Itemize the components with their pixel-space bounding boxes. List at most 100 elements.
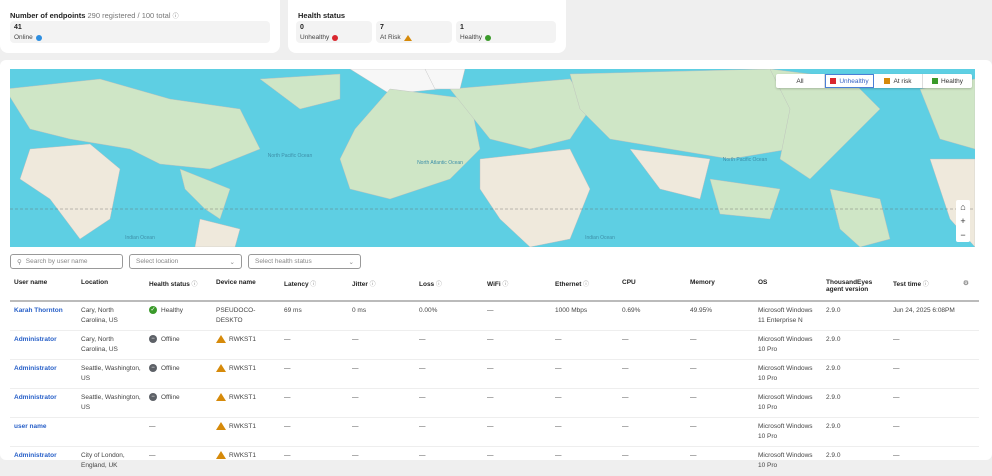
cell-version: 2.9.0 xyxy=(822,446,889,476)
cell-wifi: — xyxy=(483,446,551,476)
cell-latency: — xyxy=(280,446,348,476)
cell-version: 2.9.0 xyxy=(822,417,889,447)
column-header[interactable]: Test time ⓘ xyxy=(889,275,959,302)
chevron-down-icon: ⌄ xyxy=(229,258,235,266)
column-header[interactable]: Loss ⓘ xyxy=(415,275,483,302)
info-icon[interactable]: ⓘ xyxy=(309,282,316,288)
column-header[interactable]: WiFi ⓘ xyxy=(483,275,551,302)
offline-icon: − xyxy=(149,335,157,344)
endpoints-title: Number of endpoints 290 registered / 100… xyxy=(10,11,179,20)
atrisk-swatch xyxy=(884,78,891,84)
cell-cpu: — xyxy=(618,388,686,418)
info-icon[interactable]: ⓘ xyxy=(501,282,508,288)
table-row[interactable]: Administrator City of London, England, UK… xyxy=(10,446,979,476)
cell-empty xyxy=(959,388,979,418)
table-row[interactable]: Administrator Seattle, Washington, US − Off… xyxy=(10,388,979,418)
online-count: 41 xyxy=(14,24,22,31)
ocean-label: Indian Ocean xyxy=(585,235,615,241)
warning-icon xyxy=(216,422,226,431)
cell-health: — xyxy=(145,446,212,476)
column-header[interactable]: Location xyxy=(77,275,145,302)
column-header[interactable]: Ethernet ⓘ xyxy=(551,275,618,302)
offline-icon: − xyxy=(149,364,157,373)
legend-unhealthy-button[interactable]: Unhealthy xyxy=(825,74,874,88)
column-header-label: ThousandEyes agent version xyxy=(826,279,873,293)
world-map[interactable]: North Pacific Ocean North Atlantic Ocean… xyxy=(10,69,975,247)
cell-user[interactable]: Administrator xyxy=(10,446,77,476)
cell-user[interactable]: Karah Thornton xyxy=(10,301,77,331)
map-legend-filter: All Unhealthy At risk Healthy xyxy=(776,74,972,88)
column-header-label: WiFi xyxy=(487,281,501,288)
cell-loss: 0.00% xyxy=(415,301,483,331)
legend-healthy-button[interactable]: Healthy xyxy=(923,74,972,88)
cell-time: — xyxy=(889,330,959,360)
cell-jitter: — xyxy=(348,330,415,360)
cell-health: − Offline xyxy=(145,388,212,418)
column-header[interactable]: CPU xyxy=(618,275,686,302)
legend-atrisk-button[interactable]: At risk xyxy=(874,74,923,88)
table-row[interactable]: user name — RWKST1— — — — — — — Microsoft Windows… xyxy=(10,417,979,447)
column-header[interactable]: OS xyxy=(754,275,822,302)
healthy-count: 1 xyxy=(460,24,464,31)
cell-wifi: — xyxy=(483,301,551,331)
cell-version: 2.9.0 xyxy=(822,330,889,360)
info-icon[interactable]: ⓘ xyxy=(190,282,197,288)
info-icon[interactable]: ⓘ xyxy=(368,282,376,288)
column-header[interactable]: User name xyxy=(10,275,77,302)
warning-icon xyxy=(216,364,226,373)
column-header[interactable]: Device name xyxy=(212,275,280,302)
column-settings-gear-icon[interactable]: ⚙ xyxy=(959,275,979,302)
unhealthy-swatch xyxy=(830,78,837,84)
healthy-icon xyxy=(485,34,492,41)
cell-memory: — xyxy=(686,388,754,418)
cell-user[interactable]: Administrator xyxy=(10,359,77,389)
cell-ethernet: — xyxy=(551,330,618,360)
cell-time: — xyxy=(889,417,959,447)
table-row[interactable]: Administrator Seattle, Washington, US − Off… xyxy=(10,359,979,389)
cell-user[interactable]: Administrator xyxy=(10,388,77,418)
cell-empty xyxy=(959,417,979,447)
column-header[interactable]: Health status ⓘ xyxy=(145,275,212,302)
cell-os: Microsoft Windows 10 Pro xyxy=(754,359,822,389)
healthy-label: Healthy xyxy=(460,34,483,41)
healthy-check-icon: ✓ xyxy=(149,306,157,315)
cell-version: 2.9.0 xyxy=(822,301,889,331)
cell-jitter: — xyxy=(348,417,415,447)
table-row[interactable]: Karah Thornton Cary, North Carolina, US ✓ H… xyxy=(10,301,979,331)
zoom-in-button[interactable]: + xyxy=(960,216,965,226)
atrisk-stat[interactable]: 7 At Risk xyxy=(376,21,452,43)
info-icon[interactable]: ⓘ xyxy=(173,14,179,20)
column-header[interactable]: Jitter ⓘ xyxy=(348,275,415,302)
column-header-label: Jitter xyxy=(352,281,368,288)
cell-device: RWKST1 xyxy=(212,359,280,389)
cell-user[interactable]: user name xyxy=(10,417,77,447)
zoom-out-button[interactable]: − xyxy=(960,230,965,240)
cell-location: Cary, North Carolina, US xyxy=(77,330,145,360)
unhealthy-count: 0 xyxy=(300,24,304,31)
cell-device: RWKST1 xyxy=(212,446,280,476)
info-icon[interactable]: ⓘ xyxy=(921,282,929,288)
cell-latency: — xyxy=(280,388,348,418)
healthy-stat[interactable]: 1 Healthy xyxy=(456,21,556,43)
cell-wifi: — xyxy=(483,417,551,447)
info-icon[interactable]: ⓘ xyxy=(581,282,589,288)
health-status-select[interactable]: Select health status ⌄ xyxy=(248,254,361,269)
cell-memory: — xyxy=(686,359,754,389)
cell-user[interactable]: Administrator xyxy=(10,330,77,360)
table-row[interactable]: Administrator Cary, North Carolina, US − Of… xyxy=(10,330,979,360)
home-icon[interactable]: ⌂ xyxy=(960,202,965,212)
map-controls: ⌂ + − xyxy=(956,200,970,242)
legend-all-button[interactable]: All xyxy=(776,74,825,88)
cell-time: Jun 24, 2025 6:08PM xyxy=(889,301,959,331)
map-canvas: North Pacific Ocean North Atlantic Ocean… xyxy=(10,69,975,247)
unhealthy-stat[interactable]: 0 Unhealthy xyxy=(296,21,372,43)
column-header[interactable]: Memory xyxy=(686,275,754,302)
location-select[interactable]: Select location ⌄ xyxy=(129,254,242,269)
column-header[interactable]: ThousandEyes agent version xyxy=(822,275,889,302)
cell-time: — xyxy=(889,359,959,389)
cell-location: Seattle, Washington, US xyxy=(77,359,145,389)
search-input[interactable]: ⚲ Search by user name xyxy=(10,254,123,269)
cell-wifi: — xyxy=(483,330,551,360)
info-icon[interactable]: ⓘ xyxy=(434,282,442,288)
column-header[interactable]: Latency ⓘ xyxy=(280,275,348,302)
